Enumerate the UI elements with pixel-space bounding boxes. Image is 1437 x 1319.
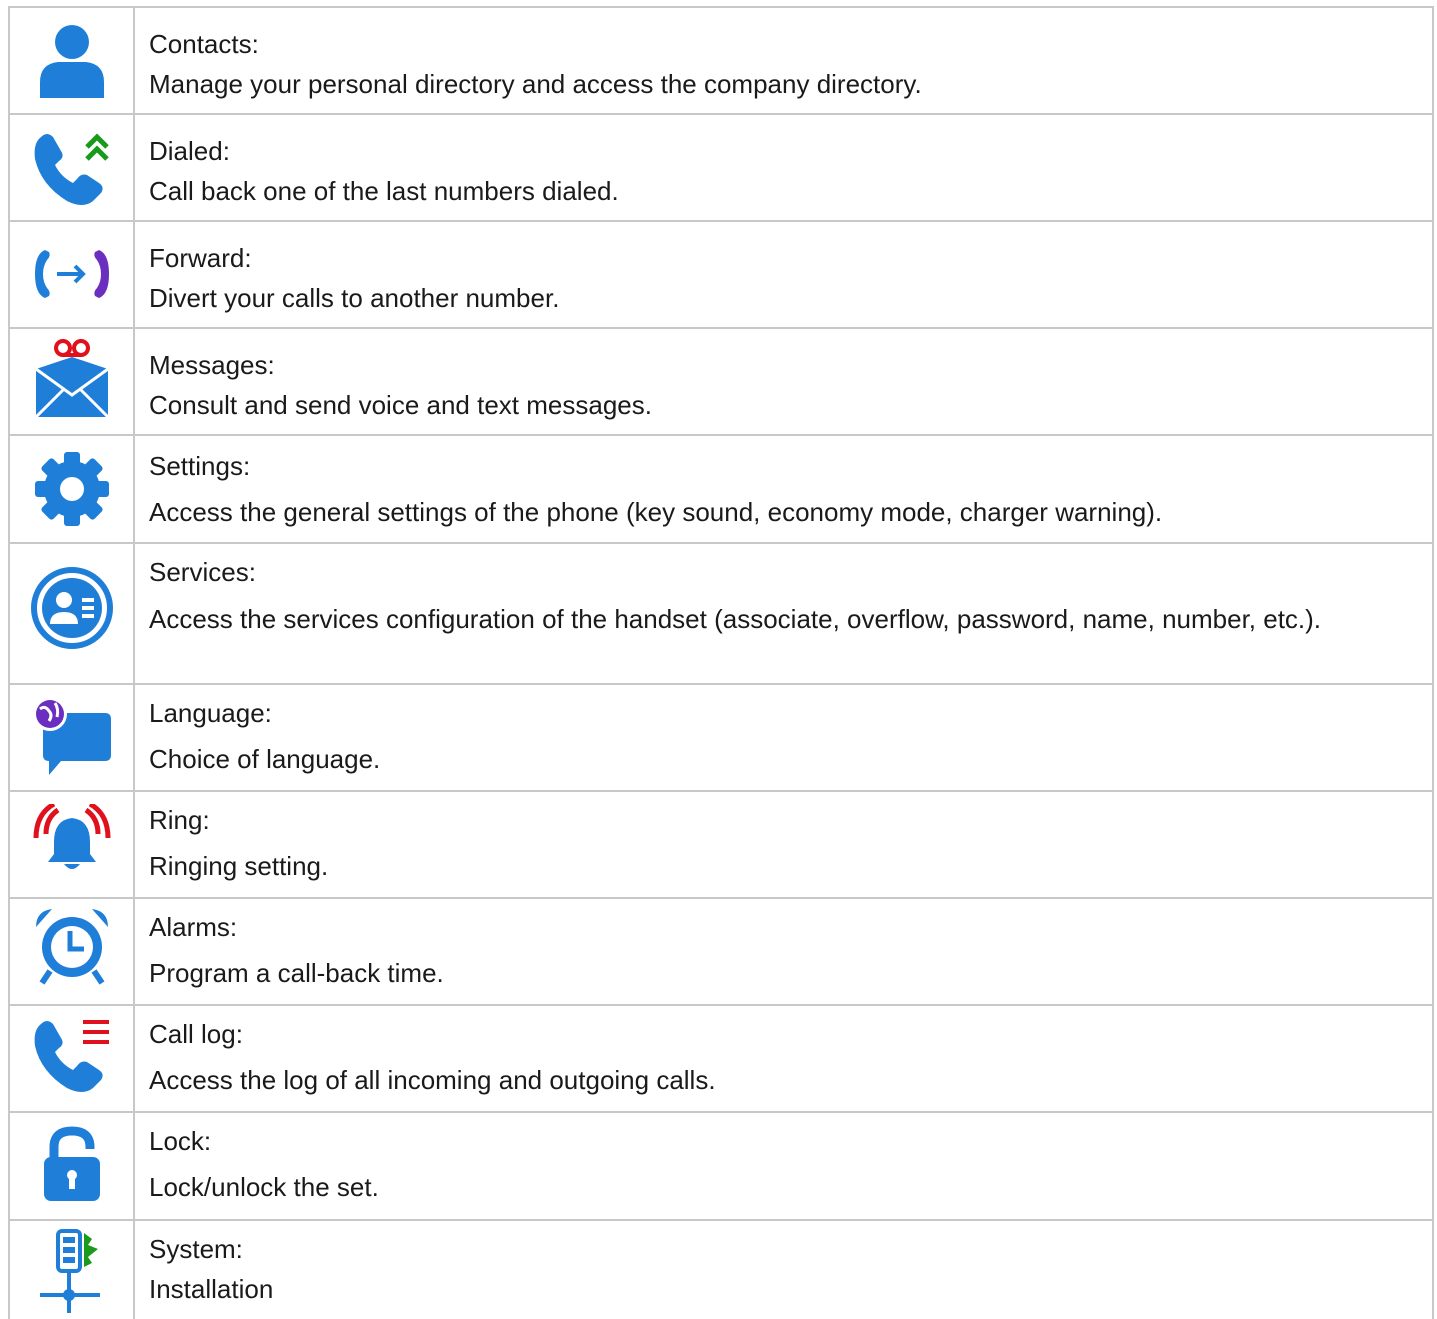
- row-description: Manage your personal directory and acces…: [149, 69, 922, 99]
- text-cell: Settings: Access the general settings of…: [135, 436, 1434, 542]
- row-description: Program a call-back time.: [149, 958, 444, 988]
- icon-cell: [8, 436, 135, 542]
- forward-icon: [34, 250, 109, 298]
- lock-icon: [43, 1126, 100, 1201]
- menu-row-ring: Ring: Ringing setting.: [8, 792, 1434, 899]
- language-icon: [32, 697, 111, 775]
- text-cell: Services: Access the services configurat…: [135, 544, 1434, 683]
- row-description: Access the services configuration of the…: [149, 604, 1322, 634]
- icon-cell: [8, 222, 135, 327]
- menu-row-contacts: Contacts: Manage your personal directory…: [8, 8, 1434, 115]
- row-title: System:: [149, 1234, 243, 1264]
- call-log-icon: [34, 1020, 109, 1092]
- icon-cell: [8, 544, 135, 683]
- row-title: Messages:: [149, 350, 275, 380]
- alarms-icon: [35, 909, 108, 985]
- menu-row-messages: Messages: Consult and send voice and tex…: [8, 329, 1434, 436]
- icon-cell: [8, 115, 135, 220]
- row-title: Contacts:: [149, 29, 259, 59]
- row-title: Ring:: [149, 805, 210, 835]
- row-title: Dialed:: [149, 136, 230, 166]
- icon-cell: [8, 8, 135, 113]
- icon-cell: [8, 685, 135, 790]
- menu-row-forward: Forward: Divert your calls to another nu…: [8, 222, 1434, 329]
- text-cell: Forward: Divert your calls to another nu…: [135, 222, 1434, 327]
- icon-cell: [8, 1006, 135, 1111]
- row-description: Lock/unlock the set.: [149, 1172, 379, 1202]
- row-description: Access the log of all incoming and outgo…: [149, 1065, 716, 1095]
- menu-row-call-log: Call log: Access the log of all incoming…: [8, 1006, 1434, 1113]
- icon-cell: [8, 899, 135, 1004]
- row-description: Installation: [149, 1274, 274, 1304]
- row-description: Ringing setting.: [149, 851, 329, 881]
- text-cell: Alarms: Program a call-back time.: [135, 899, 1434, 1004]
- messages-icon: [34, 339, 109, 419]
- row-title: Settings:: [149, 451, 251, 481]
- text-cell: Lock: Lock/unlock the set.: [135, 1113, 1434, 1219]
- text-cell: Dialed: Call back one of the last number…: [135, 115, 1434, 220]
- icon-cell: [8, 329, 135, 434]
- row-title: Services:: [149, 557, 256, 587]
- row-description: Divert your calls to another number.: [149, 283, 560, 313]
- row-description: Call back one of the last numbers dialed…: [149, 176, 619, 206]
- contacts-icon: [39, 25, 104, 98]
- row-title: Language:: [149, 698, 272, 728]
- row-title: Alarms:: [149, 912, 238, 942]
- text-cell: Call log: Access the log of all incoming…: [135, 1006, 1434, 1111]
- icon-cell: [8, 792, 135, 897]
- menu-row-dialed: Dialed: Call back one of the last number…: [8, 115, 1434, 222]
- menu-row-alarms: Alarms: Program a call-back time.: [8, 899, 1434, 1006]
- text-cell: System: Installation: [135, 1221, 1434, 1319]
- row-title: Forward:: [149, 243, 252, 273]
- text-cell: Messages: Consult and send voice and tex…: [135, 329, 1434, 434]
- menu-row-language: Language: Choice of language.: [8, 685, 1434, 792]
- row-title: Lock:: [149, 1126, 212, 1156]
- ring-icon: [33, 804, 110, 869]
- text-cell: Contacts: Manage your personal directory…: [135, 8, 1434, 113]
- menu-row-lock: Lock: Lock/unlock the set.: [8, 1113, 1434, 1221]
- menu-row-services: Services: Access the services configurat…: [8, 544, 1434, 685]
- row-description: Access the general settings of the phone…: [149, 497, 1163, 527]
- icon-cell: [8, 1221, 135, 1319]
- text-cell: Language: Choice of language.: [135, 685, 1434, 790]
- menu-row-settings: Settings: Access the general settings of…: [8, 436, 1434, 544]
- menu-row-system: System: Installation: [8, 1221, 1434, 1319]
- menu-table: Contacts: Manage your personal directory…: [8, 6, 1434, 1319]
- row-description: Consult and send voice and text messages…: [149, 390, 652, 420]
- system-icon: [39, 1229, 100, 1313]
- row-description: Choice of language.: [149, 744, 381, 774]
- services-icon: [30, 567, 113, 649]
- settings-icon: [34, 452, 109, 526]
- icon-cell: [8, 1113, 135, 1219]
- text-cell: Ring: Ringing setting.: [135, 792, 1434, 897]
- dialed-icon: [34, 133, 109, 205]
- row-title: Call log:: [149, 1019, 243, 1049]
